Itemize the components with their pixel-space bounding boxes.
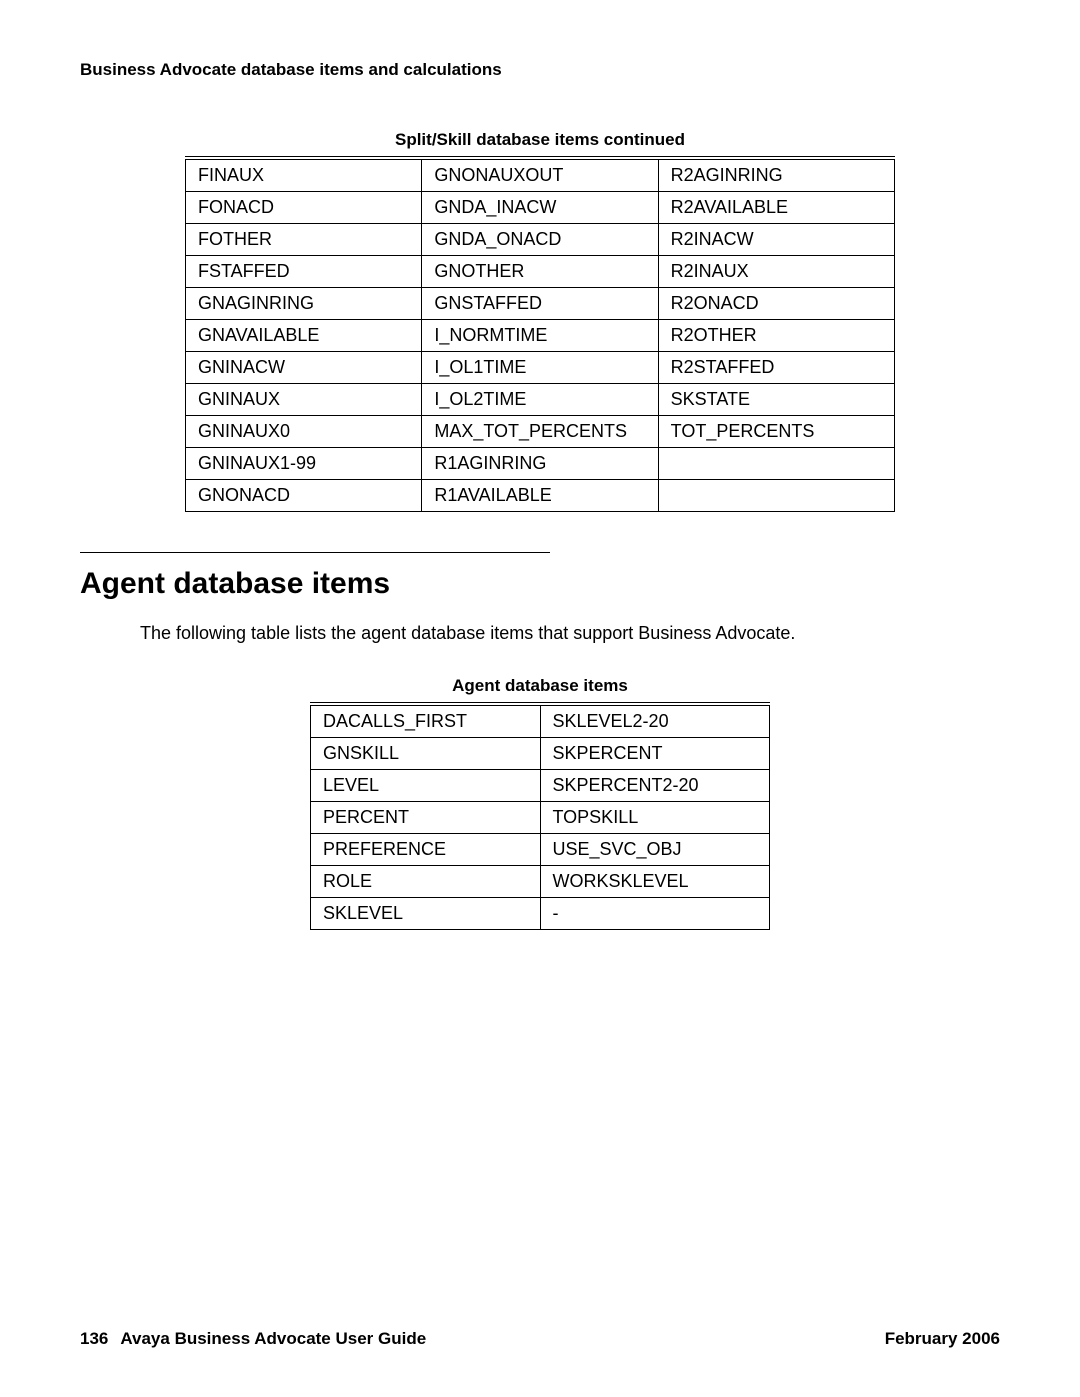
footer-title: Avaya Business Advocate User Guide xyxy=(120,1329,426,1349)
table-cell: GNAGINRING xyxy=(186,288,422,320)
table-cell: FOTHER xyxy=(186,224,422,256)
table-cell: R2INACW xyxy=(658,224,894,256)
table-cell: SKSTATE xyxy=(658,384,894,416)
agent-table-caption: Agent database items xyxy=(80,676,1000,696)
table-cell: GNSTAFFED xyxy=(422,288,658,320)
table-cell: - xyxy=(540,898,770,930)
table-cell: SKPERCENT2-20 xyxy=(540,770,770,802)
table-cell: GNAVAILABLE xyxy=(186,320,422,352)
table-row: GNONACDR1AVAILABLE xyxy=(186,480,895,512)
table-cell: PREFERENCE xyxy=(311,834,541,866)
section-intro: The following table lists the agent data… xyxy=(140,623,1000,644)
table-cell: DACALLS_FIRST xyxy=(311,704,541,738)
table-cell: MAX_TOT_PERCENTS xyxy=(422,416,658,448)
table-row: DACALLS_FIRSTSKLEVEL2-20 xyxy=(311,704,770,738)
table-cell: GNINAUX1-99 xyxy=(186,448,422,480)
table-cell: GNINAUX0 xyxy=(186,416,422,448)
table-cell xyxy=(658,448,894,480)
table-cell: PERCENT xyxy=(311,802,541,834)
table-row: GNAVAILABLEI_NORMTIMER2OTHER xyxy=(186,320,895,352)
table-row: LEVELSKPERCENT2-20 xyxy=(311,770,770,802)
table-cell: WORKSKLEVEL xyxy=(540,866,770,898)
table-cell: ROLE xyxy=(311,866,541,898)
table-cell: GNONACD xyxy=(186,480,422,512)
table-row: ROLEWORKSKLEVEL xyxy=(311,866,770,898)
section-divider xyxy=(80,552,550,553)
table-cell: FINAUX xyxy=(186,158,422,192)
table-row: GNINACWI_OL1TIMER2STAFFED xyxy=(186,352,895,384)
table-row: FSTAFFEDGNOTHERR2INAUX xyxy=(186,256,895,288)
table-cell: R1AVAILABLE xyxy=(422,480,658,512)
table-cell: R1AGINRING xyxy=(422,448,658,480)
table-row: FONACDGNDA_INACWR2AVAILABLE xyxy=(186,192,895,224)
table-cell: GNONAUXOUT xyxy=(422,158,658,192)
page-header: Business Advocate database items and cal… xyxy=(80,60,1000,80)
table-row: GNINAUXI_OL2TIMESKSTATE xyxy=(186,384,895,416)
page-number: 136 xyxy=(80,1329,108,1349)
split-table-caption: Split/Skill database items continued xyxy=(80,130,1000,150)
table-cell: FONACD xyxy=(186,192,422,224)
table-row: FINAUXGNONAUXOUTR2AGINRING xyxy=(186,158,895,192)
table-cell: GNINAUX xyxy=(186,384,422,416)
table-cell: FSTAFFED xyxy=(186,256,422,288)
table-cell: R2OTHER xyxy=(658,320,894,352)
table-row: GNSKILLSKPERCENT xyxy=(311,738,770,770)
split-skill-table: FINAUXGNONAUXOUTR2AGINRINGFONACDGNDA_INA… xyxy=(185,156,895,512)
table-row: SKLEVEL- xyxy=(311,898,770,930)
table-cell: LEVEL xyxy=(311,770,541,802)
footer-date: February 2006 xyxy=(885,1329,1000,1349)
table-cell: GNOTHER xyxy=(422,256,658,288)
page-footer: 136 Avaya Business Advocate User Guide F… xyxy=(80,1329,1000,1349)
table-cell: R2INAUX xyxy=(658,256,894,288)
table-cell: I_NORMTIME xyxy=(422,320,658,352)
table-row: PERCENTTOPSKILL xyxy=(311,802,770,834)
document-page: Business Advocate database items and cal… xyxy=(0,0,1080,1397)
table-cell: R2STAFFED xyxy=(658,352,894,384)
table-cell: TOPSKILL xyxy=(540,802,770,834)
table-cell: GNSKILL xyxy=(311,738,541,770)
agent-table: DACALLS_FIRSTSKLEVEL2-20GNSKILLSKPERCENT… xyxy=(310,702,770,930)
table-cell: USE_SVC_OBJ xyxy=(540,834,770,866)
table-row: FOTHERGNDA_ONACDR2INACW xyxy=(186,224,895,256)
table-cell: TOT_PERCENTS xyxy=(658,416,894,448)
table-cell: R2AGINRING xyxy=(658,158,894,192)
section-heading: Agent database items xyxy=(80,567,1000,601)
table-row: GNINAUX0MAX_TOT_PERCENTSTOT_PERCENTS xyxy=(186,416,895,448)
table-row: GNAGINRINGGNSTAFFEDR2ONACD xyxy=(186,288,895,320)
table-row: GNINAUX1-99R1AGINRING xyxy=(186,448,895,480)
table-cell: GNINACW xyxy=(186,352,422,384)
table-cell: R2AVAILABLE xyxy=(658,192,894,224)
table-cell: SKLEVEL2-20 xyxy=(540,704,770,738)
table-cell xyxy=(658,480,894,512)
table-cell: I_OL2TIME xyxy=(422,384,658,416)
table-cell: I_OL1TIME xyxy=(422,352,658,384)
table-row: PREFERENCEUSE_SVC_OBJ xyxy=(311,834,770,866)
table-cell: R2ONACD xyxy=(658,288,894,320)
table-cell: SKPERCENT xyxy=(540,738,770,770)
table-cell: GNDA_INACW xyxy=(422,192,658,224)
table-cell: GNDA_ONACD xyxy=(422,224,658,256)
table-cell: SKLEVEL xyxy=(311,898,541,930)
